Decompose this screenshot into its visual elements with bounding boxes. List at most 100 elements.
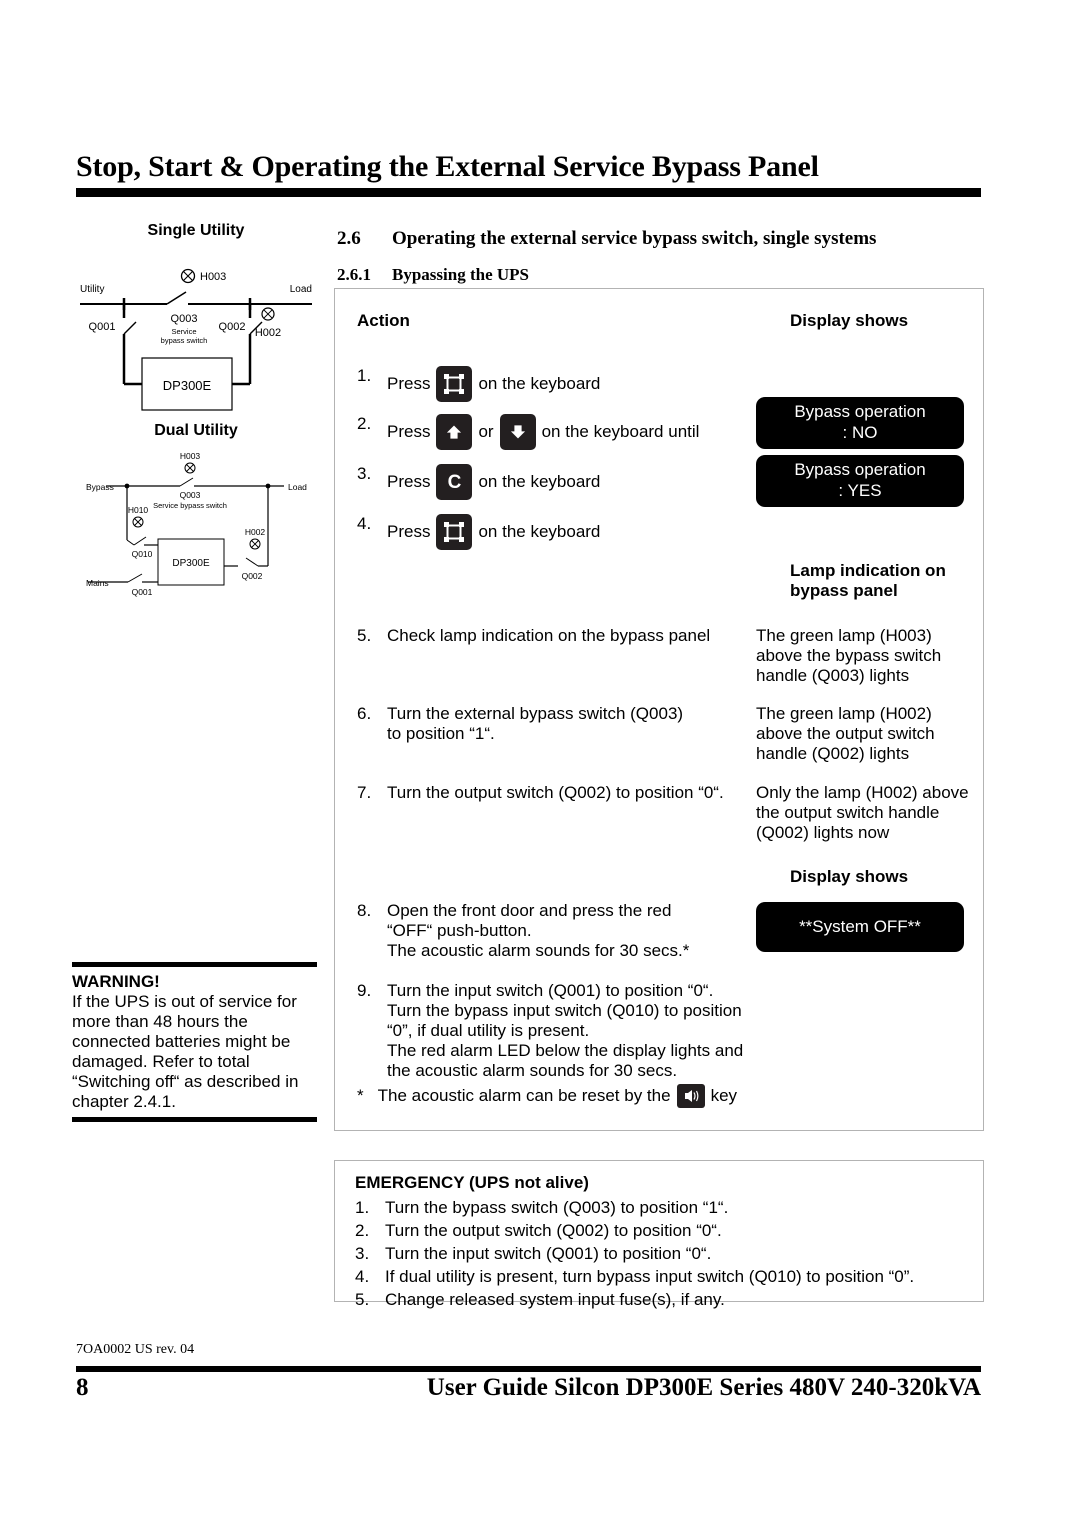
svg-text:Q002: Q002: [219, 321, 246, 333]
step-3-text: Press C on the keyboard: [387, 464, 600, 500]
footer-guide-title: User Guide Silcon DP300E Series 480V 240…: [426, 1374, 981, 1401]
page-title: Stop, Start & Operating the External Ser…: [76, 150, 819, 183]
svg-text:Load: Load: [288, 482, 307, 492]
step-2-pre: Press: [387, 421, 431, 441]
step-5-text: Check lamp indication on the bypass pane…: [387, 626, 711, 645]
emergency-item-number: 3.: [355, 1243, 370, 1263]
svg-text:Load: Load: [290, 284, 312, 295]
lamp-result-1: The green lamp (H003) above the bypass s…: [756, 626, 942, 686]
c-key-icon: C: [436, 464, 473, 500]
emergency-item: 3. Turn the input switch (Q001) to posit…: [355, 1243, 963, 1266]
step-5-number: 5.: [357, 626, 372, 645]
svg-text:DP300E: DP300E: [163, 378, 212, 393]
step-2-post: on the keyboard until: [541, 421, 700, 441]
svg-text:Service: Service: [171, 327, 196, 336]
lamp-result-3: Only the lamp (H002) above the output sw…: [756, 783, 969, 843]
warning-body: WARNING! If the UPS is out of service fo…: [72, 967, 317, 1115]
step-4-post: on the keyboard: [478, 521, 601, 541]
step-1-number: 1.: [357, 366, 372, 385]
svg-text:bypass switch: bypass switch: [161, 336, 208, 345]
step-9: 9. Turn the input switch (Q001) to posit…: [357, 981, 743, 1081]
column-header-display-shows-1: Display shows: [790, 311, 909, 330]
svg-text:H002: H002: [255, 327, 281, 339]
emergency-item-text: Turn the bypass switch (Q003) to positio…: [385, 1198, 729, 1217]
enter-frame-key-icon: [436, 514, 473, 550]
footnote-pre: The acoustic alarm can be reset by the: [377, 1086, 671, 1105]
svg-text:DP300E: DP300E: [172, 558, 210, 569]
single-utility-heading: Single Utility: [147, 222, 245, 239]
svg-text:H002: H002: [245, 527, 266, 537]
section-number-2-6: 2.6: [337, 228, 361, 249]
emergency-item: 4. If dual utility is present, turn bypa…: [355, 1266, 963, 1289]
display-1-line-1: Bypass operation: [794, 402, 926, 422]
single-utility-diagram: Utility Load H003 Q001 Q003 Service bypa…: [80, 268, 312, 411]
emergency-item-number: 2.: [355, 1220, 370, 1240]
section-title-2-6-1: Bypassing the UPS: [392, 265, 529, 284]
svg-text:H003: H003: [180, 451, 201, 461]
warning-text: If the UPS is out of service for more th…: [72, 992, 299, 1112]
emergency-item-text: Change released system input fuse(s), if…: [385, 1289, 725, 1309]
step-1: 1. Press on the keyboard: [357, 366, 600, 402]
svg-text:Bypass: Bypass: [86, 482, 114, 492]
title-rule: [76, 188, 981, 197]
step-1-pre: Press: [387, 373, 431, 393]
step-1-text: Press on the keyboard: [387, 366, 600, 402]
svg-text:Q001: Q001: [89, 321, 116, 333]
warning-bottom-rule: [72, 1117, 317, 1123]
document-page: Stop, Start & Operating the External Ser…: [0, 0, 1080, 1528]
step-6-text: Turn the external bypass switch (Q003) t…: [387, 704, 684, 744]
svg-text:H010: H010: [128, 505, 149, 515]
step-1-post: on the keyboard: [478, 373, 601, 393]
display-2-line-1: Bypass operation: [794, 460, 926, 480]
svg-text:Utility: Utility: [80, 284, 104, 295]
emergency-title: EMERGENCY (UPS not alive): [355, 1173, 589, 1192]
step-2-mid: or: [478, 421, 494, 441]
svg-text:Mains: Mains: [86, 578, 109, 588]
step-3-number: 3.: [357, 464, 372, 483]
alarm-buzzer-key-icon: [676, 1084, 705, 1108]
svg-text:Q001: Q001: [132, 587, 153, 597]
svg-text:Q010: Q010: [132, 549, 153, 559]
acoustic-alarm-footnote: * The acoustic alarm can be reset by the…: [357, 1084, 737, 1108]
step-2-number: 2.: [357, 414, 372, 433]
step-7: 7. Turn the output switch (Q002) to posi…: [357, 783, 724, 803]
warning-title: WARNING!: [72, 972, 160, 991]
emergency-item-text: Turn the input switch (Q001) to position…: [385, 1243, 712, 1263]
step-9-number: 9.: [357, 981, 372, 1000]
step-8-text: Open the front door and press the red “O…: [387, 901, 690, 961]
display-1-line-2: : NO: [842, 423, 878, 442]
step-6: 6. Turn the external bypass switch (Q003…: [357, 704, 683, 744]
step-2: 2. Press or on the keyboard until: [357, 414, 699, 450]
warning-box: WARNING! If the UPS is out of service fo…: [72, 962, 317, 1123]
emergency-item-number: 4.: [355, 1266, 370, 1286]
section-number-2-6-1: 2.6.1: [337, 265, 371, 284]
footer-rule: [76, 1366, 981, 1372]
diagrams-column: Single Utility Utility Load H003 Q001 Q0…: [72, 222, 320, 605]
svg-text:Q003: Q003: [180, 490, 201, 500]
column-header-display-shows-2: Display shows: [790, 867, 909, 886]
enter-frame-key-icon: [436, 366, 473, 402]
procedure-table: Action Display shows Lamp indication on …: [334, 288, 984, 1131]
step-4-pre: Press: [387, 521, 431, 541]
svg-text:H003: H003: [200, 271, 226, 283]
display-system-off: **System OFF**: [756, 902, 964, 952]
emergency-item-text: Turn the output switch (Q002) to positio…: [385, 1220, 722, 1240]
emergency-item-number: 5.: [355, 1289, 370, 1309]
svg-text:Q002: Q002: [242, 571, 263, 581]
emergency-item-text: If dual utility is present, turn bypass …: [385, 1266, 915, 1286]
step-3-post: on the keyboard: [478, 471, 601, 491]
step-3-pre: Press: [387, 471, 431, 491]
step-8-number: 8.: [357, 901, 372, 920]
step-7-text: Turn the output switch (Q002) to positio…: [387, 783, 724, 802]
emergency-box: EMERGENCY (UPS not alive) 1. Turn the by…: [334, 1160, 984, 1309]
display-bypass-operation-no: Bypass operation : NO: [756, 397, 964, 449]
display-3-line-1: **System OFF**: [799, 916, 921, 936]
display-2-line-2: : YES: [838, 481, 882, 500]
footnote-post: key: [710, 1086, 738, 1105]
svg-text:Q003: Q003: [171, 313, 198, 325]
step-6-number: 6.: [357, 704, 372, 723]
document-code: 7OA0002 US rev. 04: [76, 1342, 195, 1357]
step-7-number: 7.: [357, 783, 372, 802]
step-9-text: Turn the input switch (Q001) to position…: [387, 981, 744, 1081]
c-key-glyph: C: [447, 471, 462, 493]
